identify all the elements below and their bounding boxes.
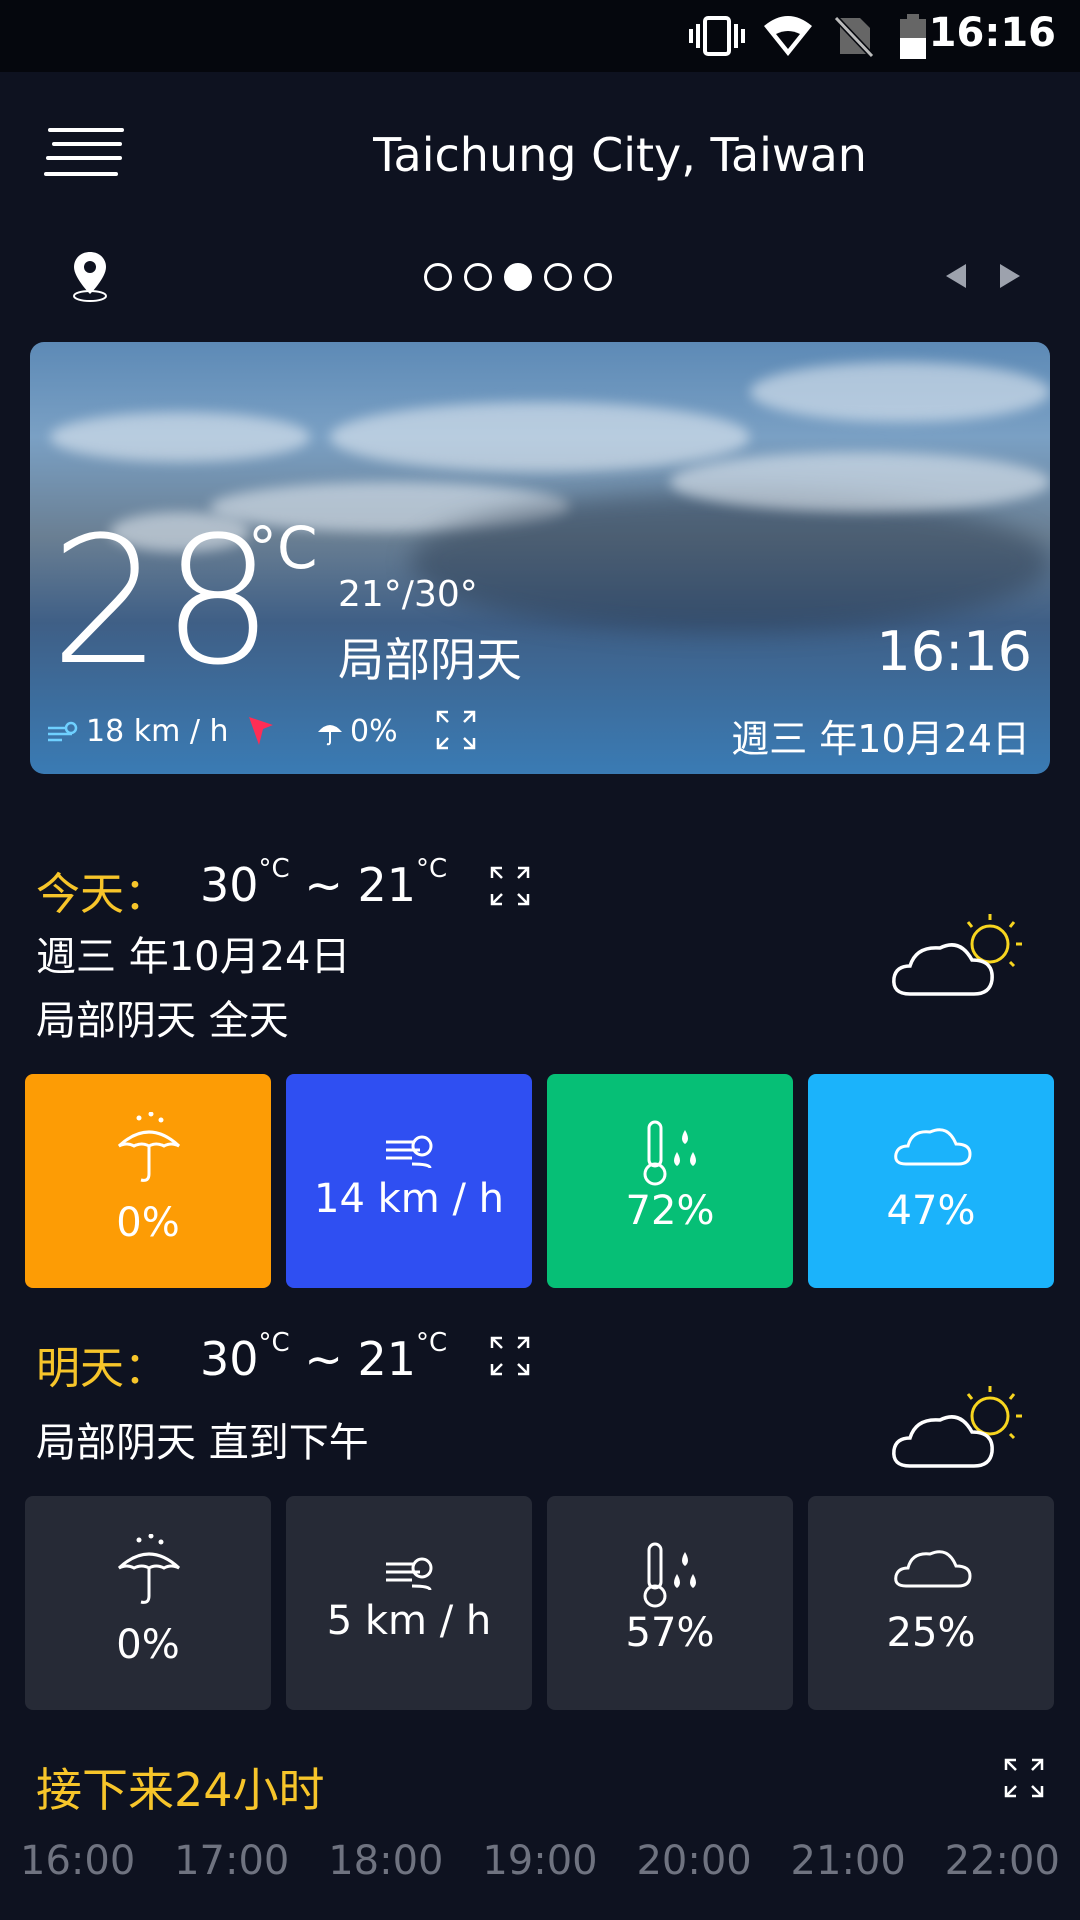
today-cloud-card[interactable]: 47% (808, 1074, 1054, 1288)
umbrella-icon (318, 724, 342, 745)
tomorrow-low: 21 (357, 1332, 417, 1386)
tomorrow-humidity-card[interactable]: 57% (547, 1496, 793, 1710)
today-rain-value: 0% (116, 1200, 180, 1246)
wind-icon (48, 721, 78, 741)
location-pin-icon[interactable] (70, 248, 110, 304)
local-time: 16:16 (876, 620, 1032, 683)
today-tilde: ~ (304, 858, 343, 912)
today-humidity-card[interactable]: 72% (547, 1074, 793, 1288)
temperature-range: 21°/30° (338, 574, 478, 615)
umbrella-icon (117, 1112, 181, 1182)
humidity-icon (643, 1120, 696, 1186)
today-cloud-value: 47% (886, 1188, 976, 1234)
hour-label: 16:00 (20, 1838, 136, 1884)
weather-condition: 局部阴天 (338, 633, 522, 687)
hour-label: 21:00 (790, 1838, 906, 1884)
partly-cloudy-icon (892, 1386, 1022, 1468)
cloud-icon (894, 1550, 972, 1588)
today-wind-card[interactable]: 14 km / h (286, 1074, 532, 1288)
page-indicator (424, 263, 612, 297)
page-title: Taichung City, Taiwan (373, 128, 867, 182)
today-high-unit: °C (258, 854, 290, 884)
cloud-icon (894, 1128, 972, 1166)
today-low-unit: °C (416, 854, 448, 884)
tomorrow-wind-value: 5 km / h (326, 1598, 492, 1644)
today-temp-range: 30°C ~ 21°C (200, 854, 447, 912)
partly-cloudy-icon (892, 914, 1022, 996)
wind-icon (386, 1135, 433, 1169)
today-label: 今天： (36, 869, 168, 920)
tomorrow-rain-card[interactable]: 0% (25, 1496, 271, 1710)
tomorrow-humidity-value: 57% (625, 1610, 715, 1656)
previous-arrow-icon[interactable] (940, 258, 970, 294)
expand-icon[interactable] (434, 708, 478, 752)
today-humidity-value: 72% (625, 1188, 715, 1234)
status-bar: 16:16 (0, 0, 1080, 72)
current-weather-card[interactable]: 28 °C 21°/30° 局部阴天 16:16 18 km / h 0% 週三… (30, 342, 1050, 774)
today-summary: 局部阴天 全天 (36, 998, 289, 1044)
page-dot[interactable] (584, 263, 612, 291)
today-wind-value: 14 km / h (314, 1176, 504, 1222)
tomorrow-high: 30 (200, 1332, 259, 1386)
page-dot[interactable] (544, 263, 572, 291)
tomorrow-summary: 局部阴天 直到下午 (36, 1420, 369, 1466)
current-date: 週三 年10月24日 (731, 717, 1030, 761)
hourly-timeline: 16:00 17:00 18:00 19:00 20:00 21:00 22:0… (20, 1838, 1060, 1884)
umbrella-icon (117, 1534, 181, 1604)
today-high: 30 (200, 858, 259, 912)
battery-icon (900, 14, 926, 59)
vibrate-icon (689, 16, 745, 56)
hourly-section-title: 接下来24小时 (36, 1763, 325, 1817)
wind-speed: 18 km / h (46, 714, 277, 749)
today-expand-icon[interactable] (488, 864, 532, 908)
rain-chance: 0% (316, 714, 398, 749)
hour-label: 18:00 (328, 1838, 444, 1884)
tomorrow-high-unit: °C (258, 1328, 290, 1358)
wifi-icon (764, 16, 812, 56)
today-rain-card[interactable]: 0% (25, 1074, 271, 1288)
tomorrow-label: 明天： (36, 1343, 168, 1394)
rain-chance-value: 0% (350, 714, 398, 749)
tomorrow-wind-card[interactable]: 5 km / h (286, 1496, 532, 1710)
tomorrow-cloud-card[interactable]: 25% (808, 1496, 1054, 1710)
wind-speed-value: 18 km / h (86, 714, 229, 749)
wind-direction-icon (248, 716, 273, 745)
page-dot-active[interactable] (504, 263, 532, 291)
no-sim-icon (833, 15, 875, 58)
status-time: 16:16 (928, 10, 1056, 56)
hour-label: 19:00 (482, 1838, 598, 1884)
tomorrow-rain-value: 0% (116, 1622, 180, 1668)
wind-icon (386, 1557, 433, 1591)
next-arrow-icon[interactable] (996, 258, 1026, 294)
tomorrow-low-unit: °C (416, 1328, 448, 1358)
temperature-unit: °C (248, 514, 318, 582)
tomorrow-cloud-value: 25% (886, 1610, 976, 1656)
menu-button[interactable] (44, 128, 124, 184)
page-dot[interactable] (424, 263, 452, 291)
hour-label: 22:00 (944, 1838, 1060, 1884)
page-dot[interactable] (464, 263, 492, 291)
hourly-expand-icon[interactable] (1002, 1756, 1046, 1800)
humidity-icon (643, 1542, 696, 1608)
tomorrow-temp-range: 30°C ~ 21°C (200, 1328, 447, 1386)
hour-label: 17:00 (174, 1838, 290, 1884)
current-temperature: 28 (50, 499, 274, 704)
tomorrow-tilde: ~ (304, 1332, 343, 1386)
tomorrow-expand-icon[interactable] (488, 1334, 532, 1378)
hour-label: 20:00 (636, 1838, 752, 1884)
today-date: 週三 年10月24日 (36, 934, 351, 980)
today-low: 21 (357, 858, 417, 912)
